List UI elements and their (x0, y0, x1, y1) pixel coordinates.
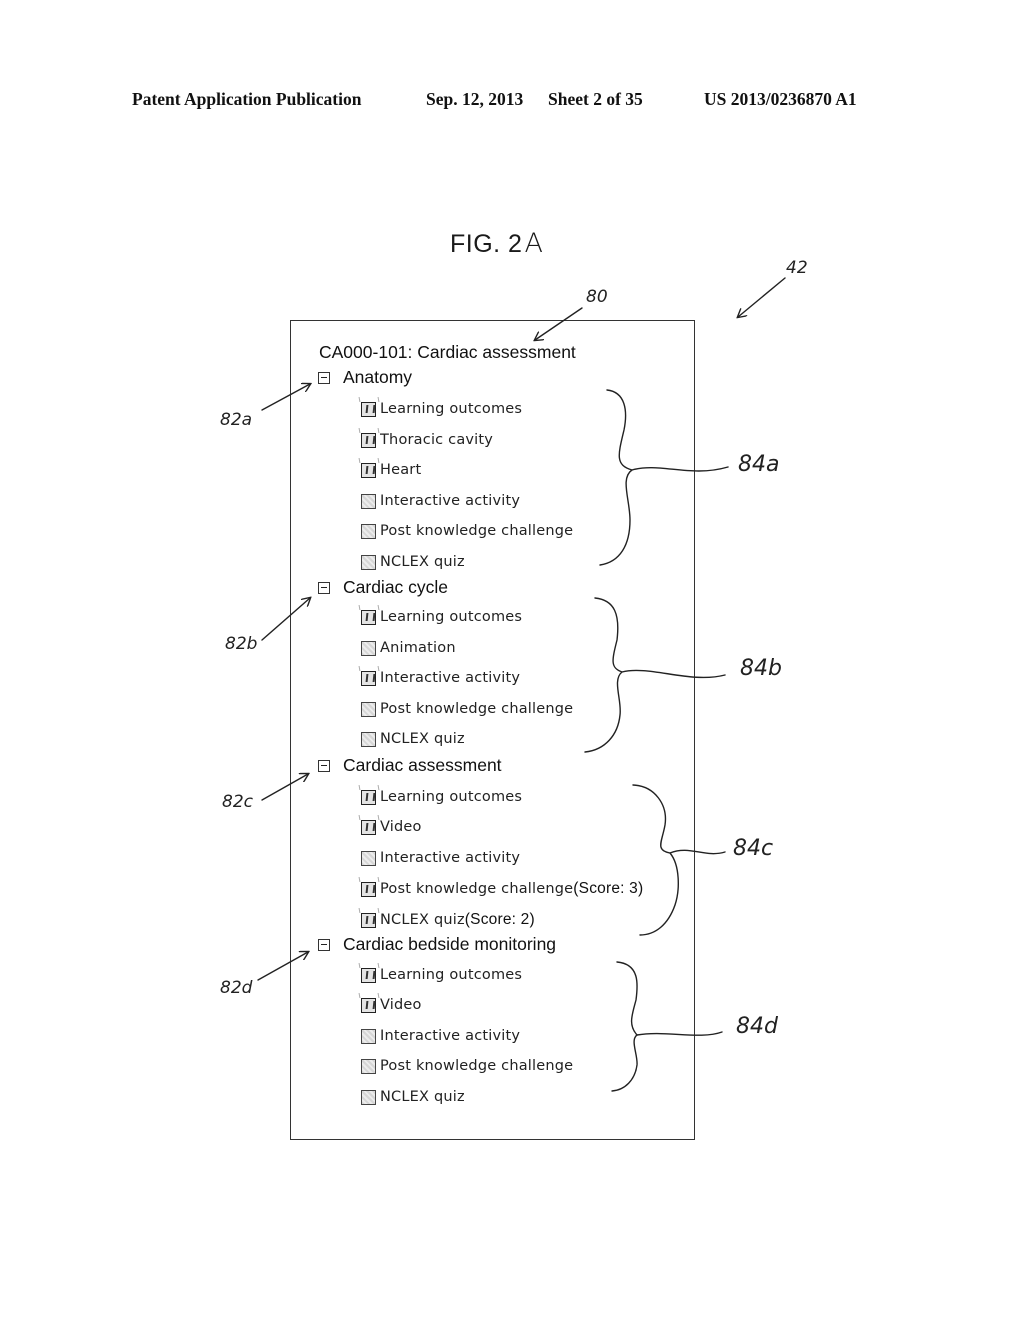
ref-label-82c: 82c (222, 792, 253, 812)
checkbox-unchecked-icon[interactable] (361, 523, 376, 539)
item-label: Video (380, 819, 422, 835)
item-label: Post knowledge challenge (380, 701, 574, 717)
figure-title: FIG. 2A (450, 228, 543, 259)
tree-item[interactable]: Post knowledge challenge (361, 523, 573, 539)
section-cardiac-assessment[interactable]: Cardiac assessment (318, 755, 502, 776)
checkbox-checked-icon[interactable] (361, 912, 376, 928)
checkbox-checked-icon[interactable] (361, 967, 376, 983)
checkbox-unchecked-icon[interactable] (361, 731, 376, 747)
ref-label-84b: 84b (740, 656, 782, 681)
tree-item[interactable]: Video (361, 819, 422, 835)
section-title: Anatomy (343, 367, 413, 387)
item-label: Interactive activity (380, 1028, 521, 1044)
item-label: Interactive activity (380, 850, 521, 866)
checkbox-checked-icon[interactable] (361, 670, 376, 686)
item-label: Post knowledge challenge (380, 1058, 574, 1074)
checkbox-unchecked-icon[interactable] (361, 850, 376, 866)
ref-label-82b: 82b (225, 634, 258, 654)
tree-item[interactable]: Interactive activity (361, 670, 520, 686)
tree-item[interactable]: Learning outcomes (361, 609, 522, 625)
tree-item[interactable]: Video (361, 997, 422, 1013)
section-anatomy[interactable]: Anatomy (318, 367, 412, 388)
ref-label-82a: 82a (220, 410, 253, 430)
item-label: Thoracic cavity (380, 432, 494, 448)
section-cardiac-bedside-monitoring[interactable]: Cardiac bedside monitoring (318, 934, 556, 955)
checkbox-unchecked-icon[interactable] (361, 640, 376, 656)
checkbox-unchecked-icon[interactable] (361, 554, 376, 570)
item-label: NCLEX quiz (380, 912, 465, 928)
item-label: Interactive activity (380, 493, 521, 509)
item-label: NCLEX quiz (380, 1089, 465, 1105)
item-label: Video (380, 997, 422, 1013)
tree-item[interactable]: NCLEX quiz (Score: 2) (361, 911, 535, 929)
checkbox-unchecked-icon[interactable] (361, 1089, 376, 1105)
checkbox-unchecked-icon[interactable] (361, 1058, 376, 1074)
tree-item[interactable]: Post knowledge challenge (361, 701, 573, 717)
item-score: (Score: 2) (464, 911, 535, 928)
tree-item[interactable]: Post knowledge challenge (361, 1058, 573, 1074)
checkbox-checked-icon[interactable] (361, 432, 376, 448)
checkbox-checked-icon[interactable] (361, 819, 376, 835)
figure-suffix: A (524, 228, 544, 259)
checkbox-unchecked-icon[interactable] (361, 493, 376, 509)
tree-item[interactable]: NCLEX quiz (361, 1089, 465, 1105)
item-label: Learning outcomes (380, 789, 523, 805)
figure-label: FIG. 2 (450, 230, 523, 258)
item-label: Heart (380, 462, 422, 478)
patent-number: US 2013/0236870 A1 (704, 89, 857, 109)
item-label: Learning outcomes (380, 967, 523, 983)
tree-item[interactable]: Animation (361, 640, 456, 656)
item-label: Interactive activity (380, 670, 521, 686)
item-score: (Score: 3) (573, 880, 644, 897)
publication-label: Patent Application Publication (132, 89, 362, 109)
tree-item[interactable]: Interactive activity (361, 850, 520, 866)
tree-item[interactable]: Post knowledge challenge (Score: 3) (361, 880, 643, 898)
minus-box-icon[interactable] (318, 938, 330, 951)
minus-box-icon[interactable] (318, 759, 330, 772)
item-label: Learning outcomes (380, 609, 523, 625)
checkbox-checked-icon[interactable] (361, 789, 376, 805)
tree-item[interactable]: Learning outcomes (361, 789, 522, 805)
tree-item[interactable]: NCLEX quiz (361, 731, 465, 747)
ref-label-80: 80 (586, 287, 608, 307)
tree-item[interactable]: NCLEX quiz (361, 554, 465, 570)
course-title: CA000-101: Cardiac assessment (319, 342, 576, 362)
ref-label-84c: 84c (733, 836, 774, 861)
checkbox-checked-icon[interactable] (361, 401, 376, 417)
checkbox-checked-icon[interactable] (361, 462, 376, 478)
item-label: NCLEX quiz (380, 554, 465, 570)
sheet-number: Sheet 2 of 35 (548, 89, 643, 109)
ref-label-82d: 82d (220, 978, 253, 998)
item-label: Post knowledge challenge (380, 523, 574, 539)
minus-box-icon[interactable] (318, 581, 330, 594)
checkbox-unchecked-icon[interactable] (361, 1028, 376, 1044)
tree-item[interactable]: Learning outcomes (361, 967, 522, 983)
section-title: Cardiac cycle (343, 577, 449, 597)
tree-item[interactable]: Learning outcomes (361, 401, 522, 417)
checkbox-checked-icon[interactable] (361, 609, 376, 625)
section-title: Cardiac bedside monitoring (343, 934, 557, 954)
publication-date: Sep. 12, 2013 (426, 89, 524, 109)
minus-box-icon[interactable] (318, 371, 330, 384)
item-label: NCLEX quiz (380, 731, 465, 747)
ref-label-84a: 84a (738, 452, 780, 477)
tree-item[interactable]: Interactive activity (361, 493, 520, 509)
section-title: Cardiac assessment (343, 755, 502, 775)
leader-arrow-42 (738, 277, 786, 317)
checkbox-checked-icon[interactable] (361, 997, 376, 1013)
checkbox-unchecked-icon[interactable] (361, 701, 376, 717)
page-header: Patent Application Publication Sep. 12, … (0, 89, 1024, 113)
tree-item[interactable]: Thoracic cavity (361, 432, 493, 448)
section-cardiac-cycle[interactable]: Cardiac cycle (318, 577, 448, 598)
item-label: Learning outcomes (380, 401, 523, 417)
tree-item[interactable]: Interactive activity (361, 1028, 520, 1044)
item-label: Animation (380, 640, 456, 656)
checkbox-checked-icon[interactable] (361, 881, 376, 897)
ref-label-42: 42 (786, 258, 808, 278)
ref-label-84d: 84d (736, 1014, 778, 1039)
item-label: Post knowledge challenge (380, 881, 574, 897)
tree-item[interactable]: Heart (361, 462, 421, 478)
